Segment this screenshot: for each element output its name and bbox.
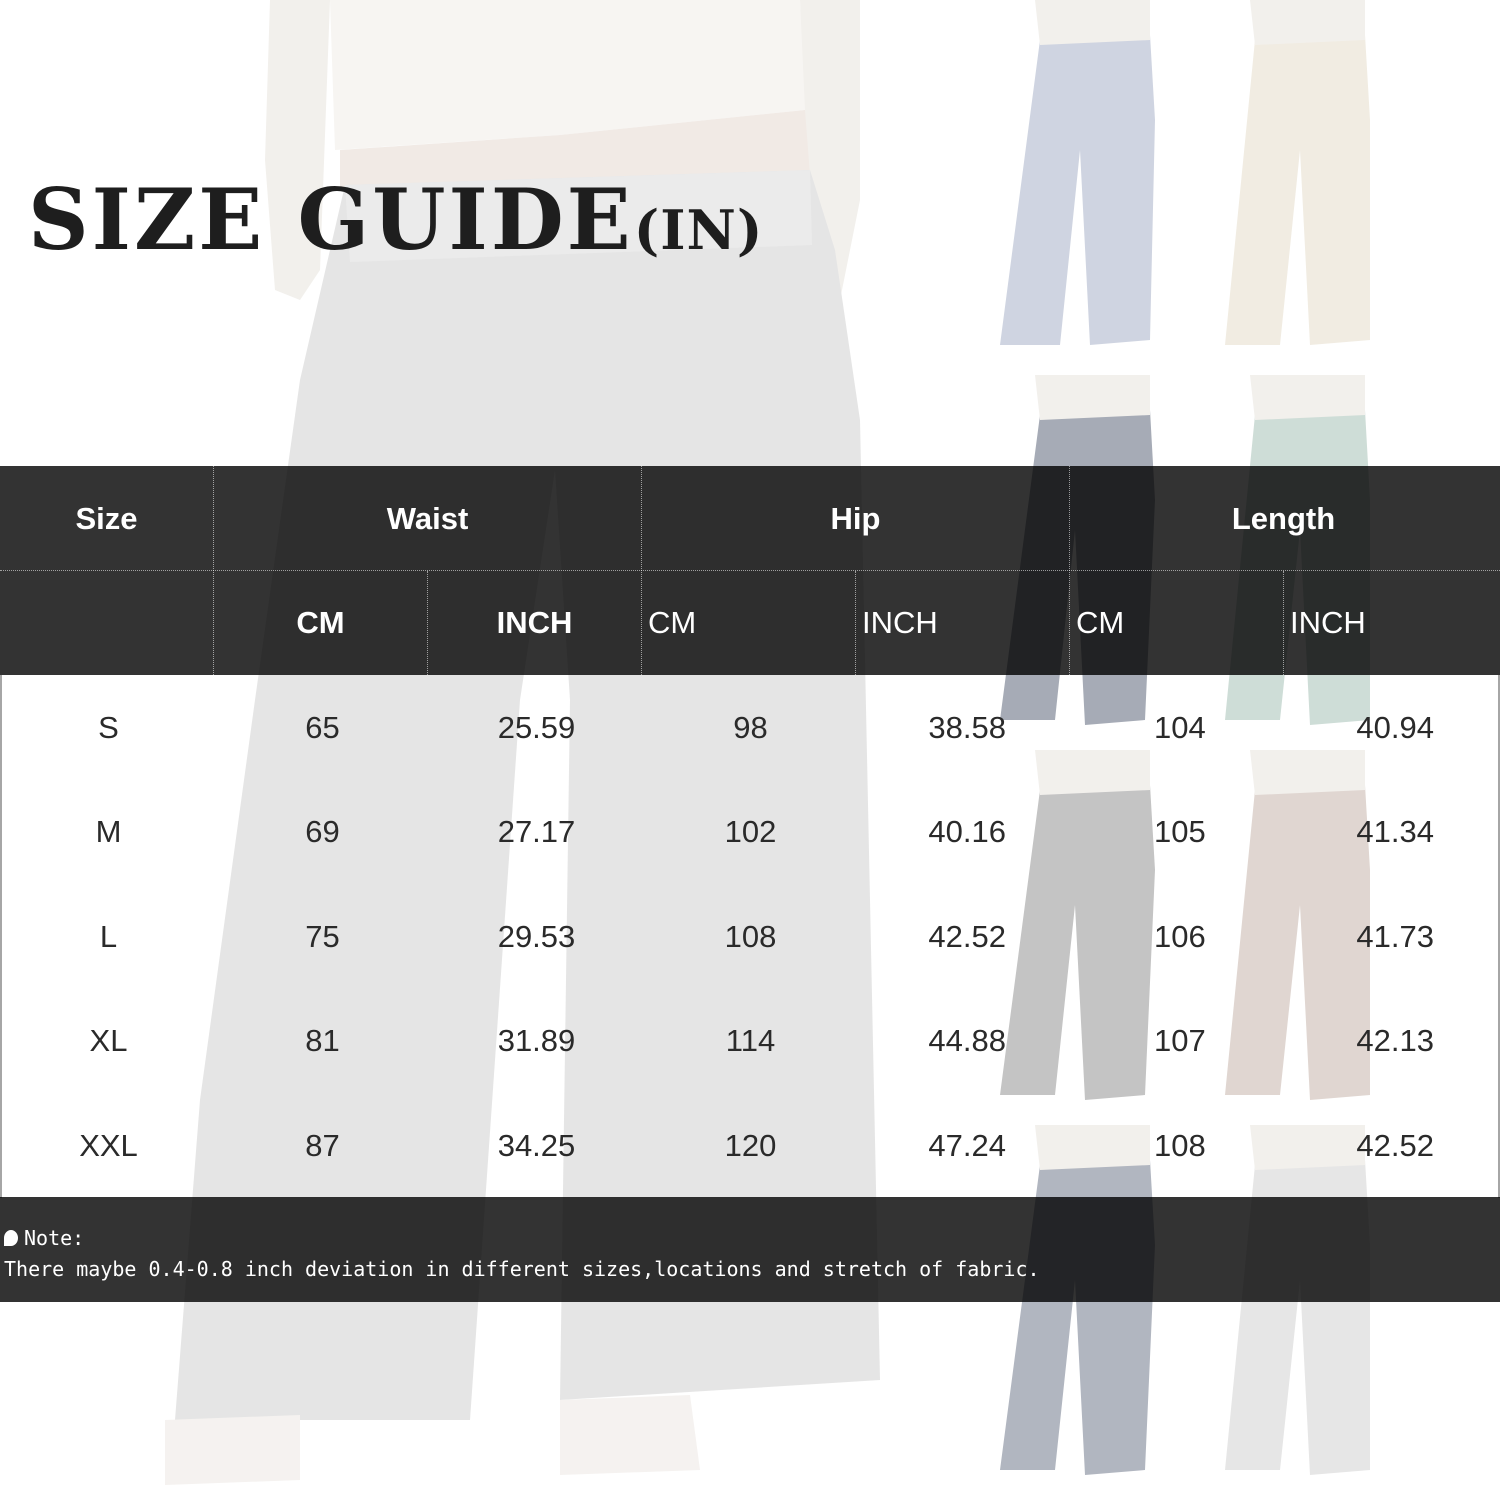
table-cell: 42.13 bbox=[1356, 1023, 1434, 1058]
table-cell: 65 bbox=[305, 709, 340, 745]
table-cell: 106 bbox=[1154, 918, 1206, 954]
table-cell: 47.24 bbox=[928, 1127, 1006, 1163]
table-cell: 27.17 bbox=[497, 814, 576, 849]
title-main: SIZE GUIDE bbox=[28, 170, 634, 269]
subheader-hip-inch: INCH bbox=[862, 605, 938, 640]
note-text: There maybe 0.4-0.8 inch deviation in di… bbox=[4, 1257, 1040, 1281]
page-title: SIZE GUIDE(IN) bbox=[28, 170, 763, 269]
header-hip: Hip bbox=[830, 500, 881, 536]
subheader-waist-cm: CM bbox=[296, 605, 345, 640]
header-size: Size bbox=[75, 500, 138, 536]
table-cell: 107 bbox=[1154, 1023, 1206, 1058]
table-cell: 41.73 bbox=[1356, 918, 1434, 954]
header-waist: Waist bbox=[386, 500, 469, 536]
table-cell: 41.34 bbox=[1356, 814, 1434, 849]
table-cell: 87 bbox=[305, 1127, 340, 1163]
table-cell: 40.16 bbox=[928, 814, 1006, 849]
table-cell: 108 bbox=[724, 918, 777, 954]
table-cell: 75 bbox=[305, 918, 340, 954]
title-unit: (IN) bbox=[633, 198, 764, 262]
table-cell: 42.52 bbox=[1356, 1127, 1434, 1163]
table-cell: 38.58 bbox=[928, 709, 1006, 745]
table-cell: 34.25 bbox=[497, 1127, 576, 1163]
note-bullet-icon bbox=[4, 1230, 18, 1246]
table-cell-size: S bbox=[98, 709, 119, 745]
subheader-length-cm: CM bbox=[1076, 605, 1125, 640]
subheader-waist-inch: INCH bbox=[496, 605, 573, 640]
column-divider bbox=[1283, 571, 1284, 675]
header-length: Length bbox=[1231, 500, 1336, 536]
table-cell-size: XL bbox=[89, 1023, 128, 1058]
table-body: S 65 25.59 98 38.58 104 40.94 M 69 27.17… bbox=[0, 675, 1500, 1198]
table-cell: 120 bbox=[724, 1127, 777, 1163]
note-label: Note: bbox=[24, 1226, 85, 1250]
table-cell: 69 bbox=[305, 814, 340, 849]
table-cell: 105 bbox=[1154, 814, 1206, 849]
table-cell-size: L bbox=[99, 918, 118, 954]
subheader-length-inch: INCH bbox=[1290, 605, 1366, 640]
table-cell: 31.89 bbox=[497, 1023, 576, 1058]
table-cell: 108 bbox=[1154, 1127, 1206, 1163]
table-cell: 29.53 bbox=[497, 918, 576, 954]
note-box: Note: There maybe 0.4-0.8 inch deviation… bbox=[0, 1197, 1500, 1302]
table-cell: 104 bbox=[1154, 709, 1206, 745]
table-cell: 25.59 bbox=[497, 709, 576, 745]
subheader-hip-cm: CM bbox=[648, 605, 697, 640]
table-cell: 42.52 bbox=[928, 918, 1006, 954]
table-cell: 114 bbox=[725, 1023, 776, 1058]
table-cell-size: XXL bbox=[79, 1127, 138, 1163]
table-cell: 81 bbox=[305, 1023, 340, 1058]
table-cell-size: M bbox=[95, 814, 122, 849]
column-divider bbox=[855, 571, 856, 675]
table-cell: 102 bbox=[724, 814, 777, 849]
table-cell: 98 bbox=[733, 709, 768, 745]
table-cell: 40.94 bbox=[1356, 709, 1434, 745]
table-cell: 44.88 bbox=[928, 1023, 1006, 1058]
